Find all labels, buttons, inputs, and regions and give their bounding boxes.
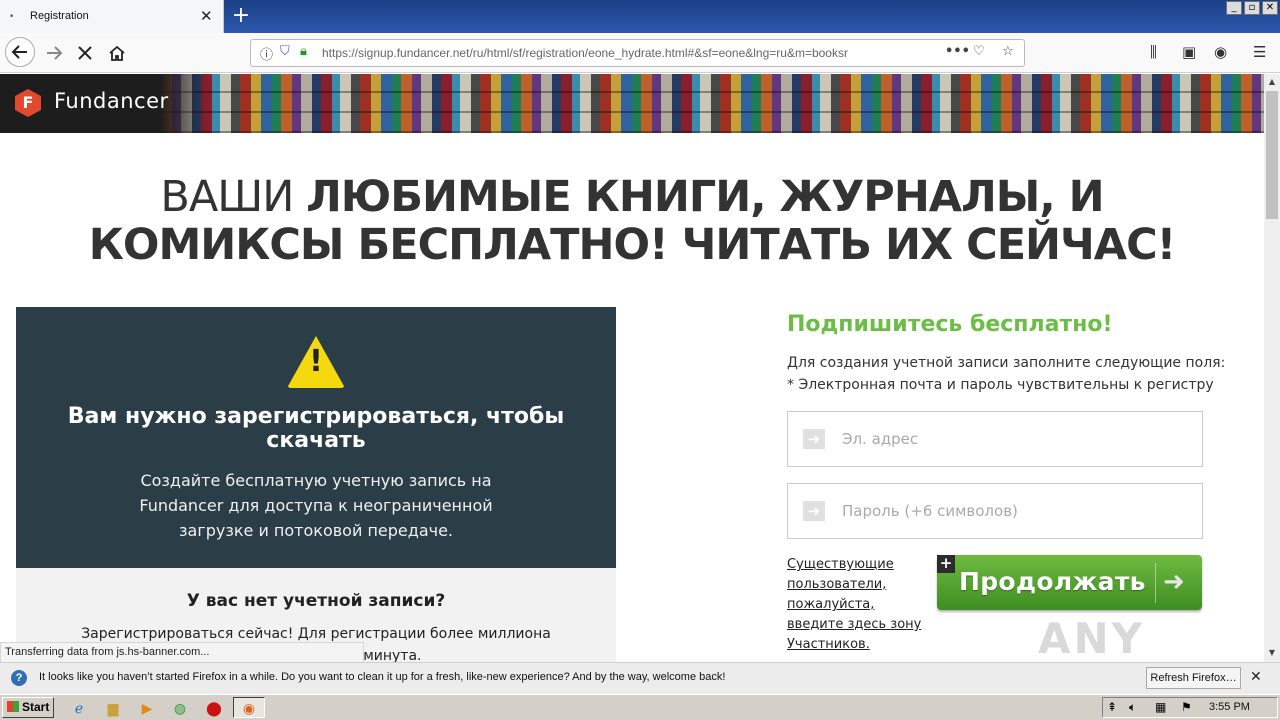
arrow-right-icon [47,46,63,60]
stop-loading-button[interactable] [71,40,99,66]
notification-bar: ? It looks like you haven’t started Fire… [0,662,1280,694]
watermark-logo: ANY RUN [1038,614,1146,662]
windows-flag-icon [7,701,19,712]
forward-button[interactable] [40,40,68,66]
window-controls: _ ▫ ✕ [1226,1,1278,15]
warning-exclamation: ! [309,344,323,379]
restore-button[interactable]: ▫ [1244,1,1260,15]
signup-desc-line2: * Электронная почта и пароль чувствитель… [787,377,1214,393]
notification-message: It looks like you haven’t started Firefo… [39,671,726,683]
button-separator [1155,563,1156,603]
page-actions-icon[interactable]: ••• [945,44,970,59]
tray-arrow-icon[interactable]: ⇞ [1107,700,1117,714]
header-banner: F Fundancer [0,74,1264,133]
scroll-thumb[interactable] [1266,91,1278,219]
network-icon[interactable]: ▦ [1155,700,1166,714]
tab-registration[interactable]: • Registration ✕ [0,0,224,33]
question-icon: ? [11,670,27,686]
arrow-right-icon: ➜ [1163,567,1185,597]
email-field[interactable]: ➜ Эл. адрес [787,411,1203,467]
tab-loading-icon: • [9,12,15,22]
firefox-taskbar-button[interactable]: ◉ [233,697,265,718]
arrow-left-icon [11,45,27,59]
page-headline: ВАШИ ЛЮБИМЫЕ КНИГИ, ЖУРНАЛЫ, И КОМИКСЫ Б… [0,173,1264,269]
ie-icon[interactable]: ℯ [70,699,88,717]
logo-text[interactable]: Fundancer [54,89,169,113]
lock-icon[interactable]: 🔒︎ [300,44,307,59]
scroll-down-icon[interactable]: ▼ [1265,646,1279,660]
signup-title: Подпишитесь бесплатно! [787,312,1113,337]
plus-icon: + [937,555,955,573]
password-placeholder[interactable]: Пароль (+6 символов) [842,502,1018,520]
panel-text: Создайте бесплатную учетную запись на Fu… [139,471,493,540]
tab-strip: • Registration ✕ + _ ▫ ✕ [0,0,1280,33]
warning-icon: ! [287,336,345,388]
menu-icon[interactable]: ☰ [1253,43,1266,61]
email-placeholder[interactable]: Эл. адрес [842,430,918,448]
clock: 3:55 PM [1209,701,1250,713]
headline-bold-2: КОМИКСЫ БЕСПЛАТНО! ЧИТАТЬ ИХ СЕЙЧАС! [88,220,1176,270]
close-icon[interactable]: ✕ [1250,668,1262,685]
close-window-button[interactable]: ✕ [1262,1,1278,15]
bookmark-star-icon[interactable]: ☆ [1002,44,1014,59]
panel-title: Вам нужно зарегистрироваться, чтобы скач… [67,404,565,453]
registration-required-panel: ! Вам нужно зарегистрироваться, чтобы ск… [16,307,616,568]
start-label: Start [22,700,50,714]
folder-icon[interactable]: ▆ [104,699,122,717]
volume-icon[interactable]: 🔈︎ [1129,700,1136,715]
pocket-icon[interactable]: ♡ [973,44,985,59]
address-bar[interactable]: ⓘ ⛉ 🔒︎ https://signup.fundancer.net/ru/h… [250,39,1025,67]
continue-label: Продолжать [959,567,1146,596]
flag-icon[interactable]: ⚑ [1181,700,1192,714]
url-text[interactable]: https://signup.fundancer.net/ru/html/sf/… [322,46,942,60]
media-player-icon[interactable]: ▶ [138,699,156,717]
library-icon[interactable]: ⫼ [1150,43,1157,61]
password-field[interactable]: ➜ Пароль (+6 символов) [787,483,1203,539]
home-icon [109,45,125,61]
vertical-scrollbar[interactable]: ▲ ▼ [1264,74,1280,662]
headline-bold-1: ЛЮБИМЫЕ КНИГИ, ЖУРНАЛЫ, И [306,172,1105,222]
shield-icon[interactable]: ⛉ [280,44,290,59]
status-text: Transferring data from js.hs-banner.com.… [0,642,364,663]
scroll-up-icon[interactable]: ▲ [1265,75,1279,89]
new-tab-button[interactable]: + [229,2,253,30]
tab-close-icon[interactable]: ✕ [200,7,213,25]
system-tray: ⇞ 🔈︎ ▦ ⚑ 3:55 PM [1102,697,1278,718]
signup-description: Для создания учетной записи заполните сл… [787,352,1227,396]
start-button[interactable]: Start [2,697,54,718]
minimize-button[interactable]: _ [1226,1,1242,15]
continue-button[interactable]: + Продолжать ➜ [937,555,1202,610]
navigation-toolbar: ⓘ ⛉ 🔒︎ https://signup.fundancer.net/ru/h… [0,33,1280,73]
no-account-title: У вас нет учетной записи? [186,591,446,611]
back-button[interactable] [5,37,35,67]
close-icon [78,46,92,60]
sidebar-icon[interactable]: ▣ [1182,43,1196,61]
signup-desc-line1: Для создания учетной записи заполните сл… [787,355,1226,371]
chrome-icon[interactable]: ◍ [171,699,189,717]
headline-thin: ВАШИ [160,172,307,222]
info-icon[interactable]: ⓘ [260,44,273,63]
opera-icon[interactable]: ⬤ [205,699,223,717]
account-icon[interactable]: ◉ [1214,43,1227,61]
firefox-icon: ◉ [242,700,256,716]
home-button[interactable] [103,40,131,66]
refresh-firefox-button[interactable]: Refresh Firefox… [1146,667,1241,689]
tab-title: Registration [30,10,89,22]
arrow-right-icon: ➜ [803,429,825,449]
members-login-link[interactable]: Существующие пользователи, пожалуйста, в… [787,555,927,655]
page-viewport: F Fundancer ВАШИ ЛЮБИМЫЕ КНИГИ, ЖУРНАЛЫ,… [0,74,1264,662]
arrow-right-icon: ➜ [803,501,825,521]
taskbar: Start ℯ ▆ ▶ ◍ ⬤ ◉ ⇞ 🔈︎ ▦ ⚑ 3:55 PM [0,694,1280,720]
